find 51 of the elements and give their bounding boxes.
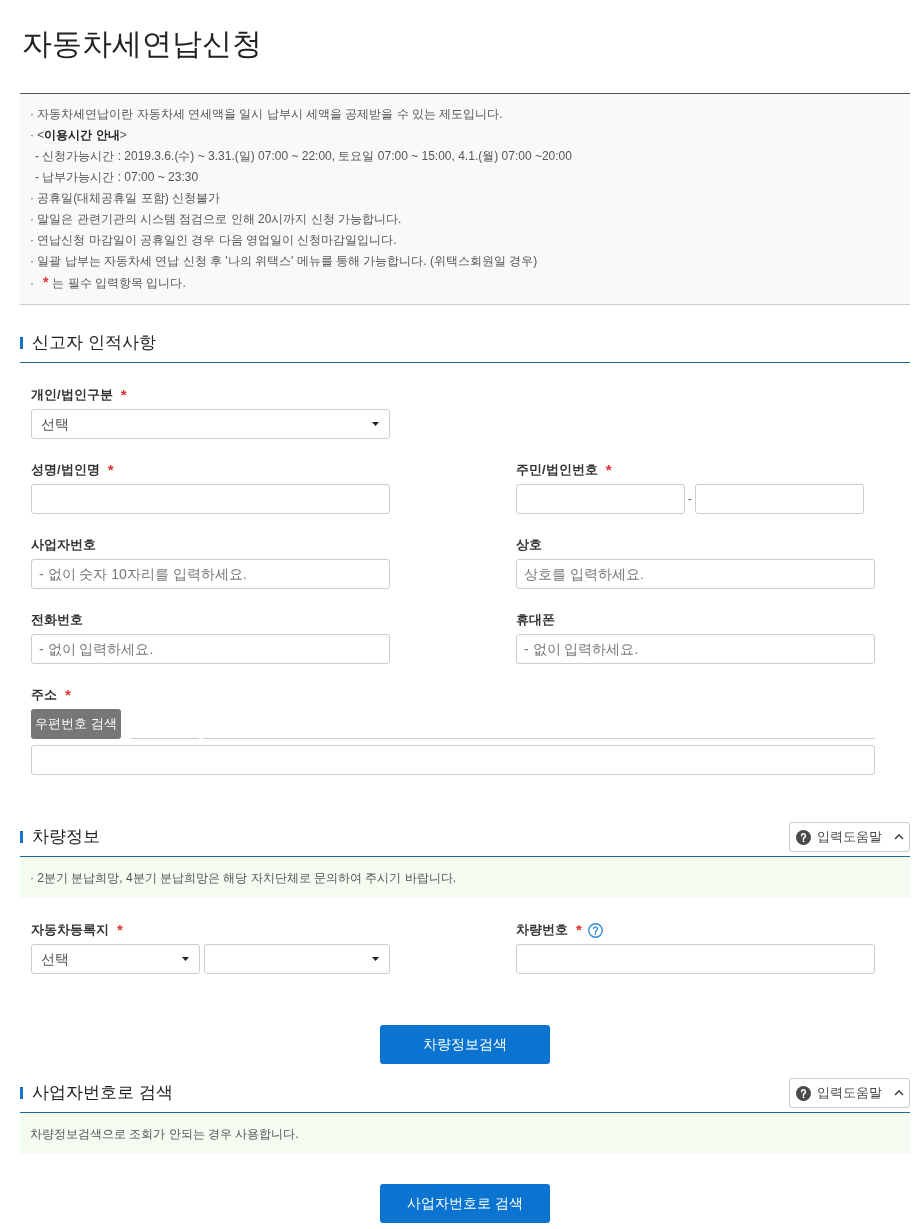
required-mark-text: * xyxy=(117,921,123,939)
notice-text: · * 는 필수 입력항목 입니다. xyxy=(30,273,186,292)
field-label: 자동차등록지 xyxy=(31,921,109,939)
text-input[interactable] xyxy=(516,944,875,974)
required-mark-text: * xyxy=(120,386,127,404)
caret-down-icon xyxy=(372,422,379,426)
notice-text: · 연납신청 마감일이 공휴일인 경우 다음 영업일이 신청마감일입니다. xyxy=(30,232,397,249)
select-field[interactable]: 선택 xyxy=(31,409,390,439)
notice-text: · 자동차세연납이란 자동차세 연세액을 일시 납부시 세액을 공제받을 수 있는 제도입니다. xyxy=(30,106,503,123)
caret-down-icon xyxy=(372,957,379,961)
field-label: 성명/법인명 xyxy=(31,461,100,479)
notice-text: · 2분기 분납희망, 4분기 분납희망은 해당 자치단체로 문의하여 주시기 바랍니다. xyxy=(30,869,457,887)
page-title: 자동차세연납신청 xyxy=(21,26,262,62)
required-mark-text: * xyxy=(107,461,114,479)
search-button[interactable]: 사업자번호로 검색 xyxy=(380,1184,550,1223)
notice-text: - 납부가능시간 : 07:00 ~ 23:30 xyxy=(34,169,199,186)
text-input[interactable]: - 없이 숫자 10자리를 입력하세요. xyxy=(31,559,390,589)
caret-down-icon xyxy=(182,957,189,961)
text-input[interactable] xyxy=(516,484,685,514)
address-input[interactable] xyxy=(31,745,875,775)
dash-text: - xyxy=(688,491,692,508)
field-label: 사업자번호 xyxy=(31,536,96,554)
select-field[interactable] xyxy=(204,944,390,974)
search-button[interactable]: 차량정보검색 xyxy=(380,1025,550,1064)
text-input[interactable]: - 없이 입력하세요. xyxy=(516,634,875,664)
help-button[interactable]: 입력도움말 xyxy=(789,1078,910,1108)
field-label: 전화번호 xyxy=(31,611,83,629)
required-mark-text: * xyxy=(65,686,71,704)
notice-text: · 일괄 납부는 자동차세 연납 신청 후 '나의 위택스' 메뉴를 통해 가능합니다. (위택스회원일 경우) xyxy=(30,253,538,270)
text-input[interactable] xyxy=(31,484,390,514)
field-label: 주민/법인번호 xyxy=(516,461,598,479)
postcode-search-button[interactable]: 우편번호 검색 xyxy=(31,709,121,739)
field-label: 차량번호 xyxy=(516,921,568,939)
select-field[interactable]: 선택 xyxy=(31,944,200,974)
notice-text: - 신청가능시간 : 2019.3.6.(수) ~ 3.31.(일) 07:00 ~ 22:00, 토요일 07:00 ~ 15:00, 4.1.(월) 07:00 ~20:00 xyxy=(34,148,572,165)
notice-text: · 말일은 관련기관의 시스템 점검으로 인해 20시까지 신청 가능합니다. xyxy=(30,211,402,228)
field-label: 상호 xyxy=(516,536,542,554)
notice-text: · <이용시간 안내> xyxy=(30,127,127,144)
field-label: 주소 xyxy=(31,686,57,704)
help-circle-icon xyxy=(795,829,811,845)
required-mark-text: * xyxy=(576,921,582,939)
field-label: 개인/법인구분 xyxy=(31,386,113,404)
field-label: 휴대폰 xyxy=(516,611,555,629)
required-mark-text: * xyxy=(605,461,612,479)
help-button[interactable]: 입력도움말 xyxy=(789,822,910,852)
text-input[interactable]: - 없이 입력하세요. xyxy=(31,634,390,664)
help-circle-icon xyxy=(795,1085,811,1101)
notice-text: 차량정보검색으로 조회가 안되는 경우 사용합니다. xyxy=(30,1125,299,1143)
text-input[interactable] xyxy=(695,484,864,514)
notice-text: · 공휴일(대체공휴일 포함) 신청불가 xyxy=(30,190,220,207)
text-input[interactable]: 상호를 입력하세요. xyxy=(516,559,875,589)
